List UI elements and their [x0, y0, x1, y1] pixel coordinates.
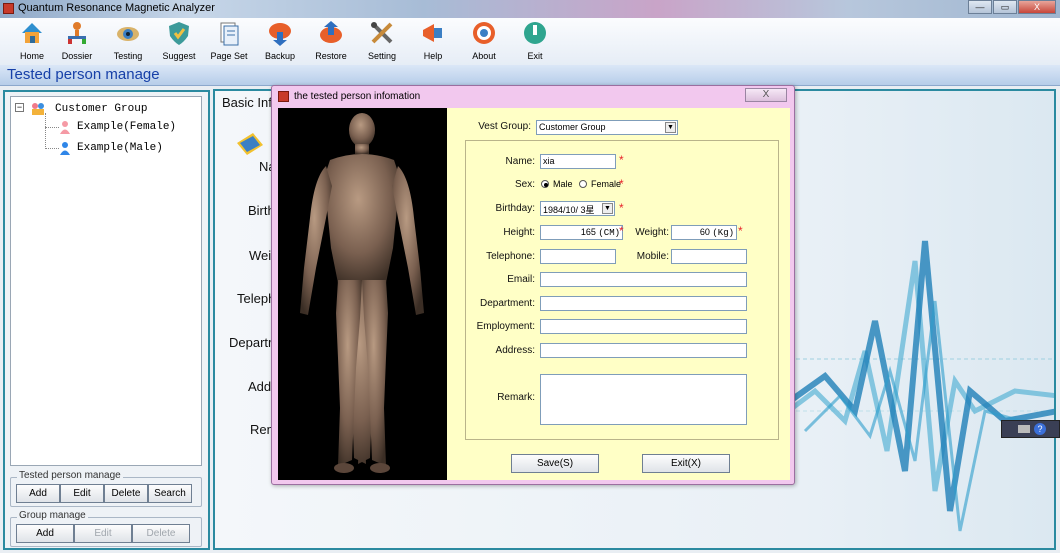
keyboard-icon[interactable]	[1018, 425, 1030, 433]
save-button[interactable]: Save(S)	[511, 454, 599, 473]
add-person-button[interactable]: Add	[16, 484, 60, 503]
dialog-app-icon	[278, 91, 289, 102]
chevron-down-icon: ▼	[602, 203, 613, 214]
sex-male-label: Male	[553, 179, 573, 189]
person-info-dialog: the tested person infomation X Vest Grou…	[271, 85, 795, 485]
tree-item-male[interactable]: Example(Male)	[77, 142, 163, 154]
search-person-button[interactable]: Search	[148, 484, 192, 503]
customer-tree: − Customer Group Example(Female) Example…	[10, 96, 202, 466]
dialog-close-button[interactable]: X	[745, 88, 787, 102]
birthday-picker[interactable]: 1984/10/ 3星 ▼	[540, 201, 615, 216]
setting-icon	[369, 20, 395, 46]
add-group-button[interactable]: Add	[16, 524, 74, 543]
main-toolbar: Home Dossier Testing Suggest Page Set Ba…	[0, 18, 1060, 65]
toolbar-setting-button[interactable]: Setting	[357, 20, 407, 61]
height-label: Height:	[503, 227, 535, 238]
telephone-label: Telephone:	[486, 251, 535, 262]
tested-person-group: Tested person manage Add Edit Delete Sea…	[10, 470, 202, 507]
basic-info-book-icon	[235, 129, 265, 162]
mobile-input[interactable]	[671, 249, 747, 264]
edit-group-button[interactable]: Edit	[74, 524, 132, 543]
delete-person-button[interactable]: Delete	[104, 484, 148, 503]
weight-label: Weight:	[635, 227, 669, 238]
tree-item-female[interactable]: Example(Female)	[77, 121, 176, 133]
remark-label: Remark:	[497, 392, 535, 403]
name-required-mark: *	[619, 153, 624, 167]
dossier-icon	[64, 20, 90, 46]
weight-input[interactable]: 60 (Kg)	[671, 225, 737, 240]
delete-group-button[interactable]: Delete	[132, 524, 190, 543]
bg-label-address: Add	[248, 379, 272, 394]
toolbar-backup-button[interactable]: Backup	[255, 20, 305, 61]
height-input[interactable]: 165 (CM)	[540, 225, 623, 240]
toolbar-suggest-button[interactable]: Suggest	[154, 20, 204, 61]
vest-group-label: Vest Group:	[478, 121, 531, 132]
weight-required-mark: *	[738, 224, 743, 238]
exit-button[interactable]: Exit(X)	[642, 454, 730, 473]
person-info-form: Vest Group: Customer Group ▼ Name: xia *…	[447, 108, 790, 480]
bg-label-telephone: Teleph	[237, 291, 276, 306]
backup-icon	[267, 20, 293, 46]
toolbar-page-set-button[interactable]: Page Set	[204, 20, 254, 61]
birthday-required-mark: *	[619, 201, 624, 215]
close-window-button[interactable]: X	[1018, 0, 1056, 14]
name-input[interactable]: xia	[540, 154, 616, 169]
sex-female-label: Female	[591, 179, 622, 189]
chevron-down-icon: ▼	[665, 122, 676, 133]
toolbar-help-button[interactable]: Help	[408, 20, 458, 61]
sex-male-radio[interactable]	[541, 180, 549, 188]
page-set-icon	[216, 20, 242, 46]
vest-group-select[interactable]: Customer Group ▼	[536, 120, 678, 135]
group-manage-group: Group manage Add Edit Delete	[10, 510, 202, 547]
section-header: Tested person manage	[0, 65, 1060, 86]
department-label: Department:	[479, 298, 535, 309]
toolbar-dossier-button[interactable]: Dossier	[52, 20, 102, 61]
app-icon	[3, 3, 14, 14]
tree-collapse-toggle[interactable]: −	[15, 103, 24, 112]
sex-female-radio[interactable]	[579, 180, 587, 188]
toolbar-testing-button[interactable]: Testing	[103, 20, 153, 61]
name-label: Name:	[505, 156, 535, 167]
birthday-label: Birthday:	[495, 203, 535, 214]
toolbar-exit-button[interactable]: Exit	[510, 20, 560, 61]
sex-required-mark: *	[619, 177, 624, 191]
home-icon	[19, 20, 45, 46]
suggest-icon	[166, 20, 192, 46]
sex-label: Sex:	[514, 179, 535, 190]
email-input[interactable]	[540, 272, 747, 287]
maximize-button[interactable]: ▭	[993, 0, 1017, 14]
toolbar-about-button[interactable]: About	[459, 20, 509, 61]
floating-mini-toolbar[interactable]: ?	[1001, 420, 1060, 438]
employment-input[interactable]	[540, 319, 747, 334]
employment-label: Employment:	[476, 321, 535, 332]
testing-icon	[115, 20, 141, 46]
toolbar-home-button[interactable]: Home	[7, 20, 57, 61]
help-icon	[420, 20, 446, 46]
toolbar-restore-button[interactable]: Restore	[306, 20, 356, 61]
height-required-mark: *	[619, 224, 624, 238]
tree-root-customer-group[interactable]: Customer Group	[55, 103, 147, 115]
edit-person-button[interactable]: Edit	[60, 484, 104, 503]
title-bar: Quantum Resonance Magnetic Analyzer — ▭ …	[0, 0, 1060, 18]
window-title: Quantum Resonance Magnetic Analyzer	[18, 2, 215, 14]
department-input[interactable]	[540, 296, 747, 311]
group-icon	[31, 101, 45, 118]
minimize-button[interactable]: —	[968, 0, 992, 14]
restore-icon	[318, 20, 344, 46]
address-input[interactable]	[540, 343, 747, 358]
left-panel: − Customer Group Example(Female) Example…	[3, 90, 210, 550]
body-model-image	[278, 108, 447, 480]
about-icon	[471, 20, 497, 46]
help-circle-icon[interactable]: ?	[1034, 423, 1046, 435]
male-person-icon	[59, 141, 71, 158]
mobile-label: Mobile:	[636, 251, 669, 262]
address-label: Address:	[495, 345, 535, 356]
exit-icon	[522, 20, 548, 46]
female-person-icon	[59, 120, 71, 137]
email-label: Email:	[507, 274, 535, 285]
dialog-title: the tested person infomation	[294, 91, 421, 102]
section-title: Tested person manage	[7, 66, 160, 83]
remark-textarea[interactable]	[540, 374, 747, 425]
telephone-input[interactable]	[540, 249, 616, 264]
